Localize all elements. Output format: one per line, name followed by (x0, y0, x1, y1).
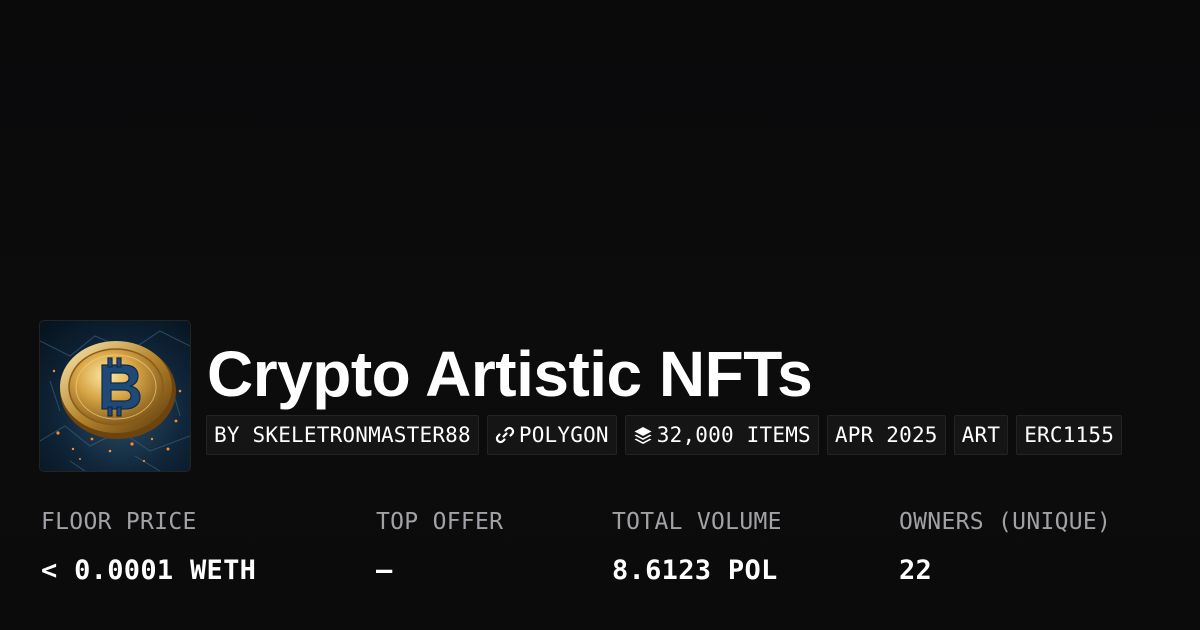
stat-label: FLOOR PRICE (41, 509, 197, 535)
stack-icon (633, 425, 653, 445)
items-count-label: 32,000 ITEMS (656, 423, 811, 447)
stat-value: – (376, 555, 393, 586)
collection-title: Crypto Artistic NFTs (207, 338, 813, 410)
collection-tags: BY SKELETRONMASTER88 POLYGON 32,000 ITEM… (206, 415, 1123, 455)
bitcoin-coin-icon (40, 321, 190, 471)
creator-tag[interactable]: BY SKELETRONMASTER88 (206, 415, 479, 455)
collection-image (39, 320, 191, 472)
link-icon (495, 425, 515, 445)
stat-top-offer: TOP OFFER – (376, 505, 503, 589)
stat-value: 8.6123 POL (612, 555, 778, 586)
stat-value: < 0.0001 WETH (41, 555, 257, 586)
stat-label: OWNERS (UNIQUE) (899, 509, 1112, 535)
stat-value: 22 (899, 555, 933, 586)
creator-label: BY SKELETRONMASTER88 (214, 423, 471, 447)
created-date-tag: APR 2025 (826, 415, 946, 455)
token-standard-tag: ERC1155 (1016, 415, 1123, 455)
stat-floor-price: FLOOR PRICE < 0.0001 WETH (41, 505, 256, 589)
token-standard-label: ERC1155 (1024, 423, 1115, 447)
created-date-label: APR 2025 (834, 423, 938, 447)
stat-label: TOTAL VOLUME (612, 509, 782, 535)
items-count-tag: 32,000 ITEMS (624, 415, 819, 455)
stat-owners: OWNERS (UNIQUE) 22 (899, 505, 1111, 589)
category-label: ART (961, 423, 1001, 447)
chain-tag[interactable]: POLYGON (486, 415, 617, 455)
stat-total-volume: TOTAL VOLUME 8.6123 POL (612, 505, 782, 589)
category-tag[interactable]: ART (953, 415, 1009, 455)
stat-label: TOP OFFER (376, 509, 504, 535)
chain-label: POLYGON (518, 423, 609, 447)
collection-stats: FLOOR PRICE < 0.0001 WETH TOP OFFER – TO… (0, 505, 1200, 615)
